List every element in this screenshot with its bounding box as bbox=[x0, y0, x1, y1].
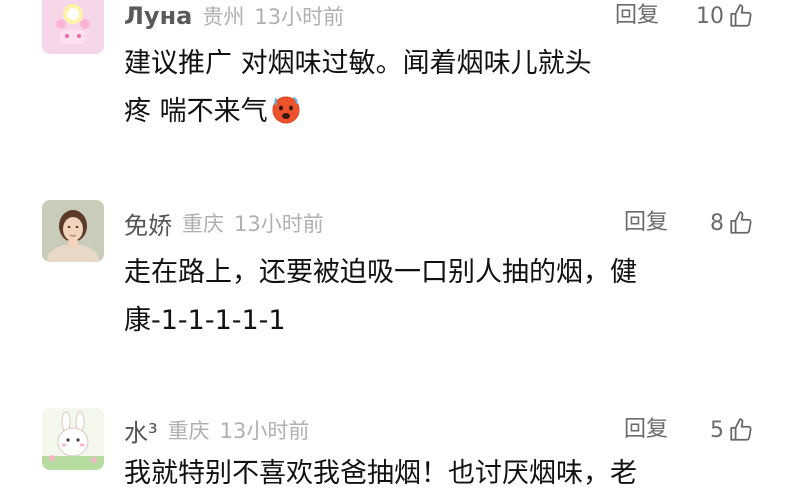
comment-meta: 水³ 重庆 13小时前 bbox=[124, 412, 309, 448]
reply-button[interactable]: 回复 bbox=[624, 205, 668, 241]
thumbs-up-icon bbox=[730, 418, 752, 441]
comment-meta: Луна 贵州 13小时前 bbox=[124, 0, 344, 34]
avatar[interactable] bbox=[42, 0, 104, 54]
reply-button[interactable]: 回复 bbox=[624, 412, 668, 448]
timestamp: 13小时前 bbox=[234, 212, 324, 236]
like-button[interactable]: 8 bbox=[710, 205, 754, 241]
username[interactable]: 免娇 bbox=[124, 206, 172, 241]
avatar-image bbox=[42, 200, 104, 262]
like-button[interactable]: 5 bbox=[710, 412, 754, 448]
username[interactable]: 水³ bbox=[124, 413, 158, 448]
comment-meta: 免娇 重庆 13小时前 bbox=[124, 205, 324, 241]
comment-text: 走在路上，还要被迫吸一口别人抽的烟，健 康-1-1-1-1-1 bbox=[124, 249, 637, 345]
thumbs-up-icon bbox=[730, 211, 752, 234]
comment-line: 疼 喘不来气 bbox=[124, 96, 268, 127]
comment-line: 建议推广 对烟味过敏。闻着烟味儿就头 bbox=[124, 48, 592, 79]
comment-line: 我就特别不喜欢我爸抽烟！也讨厌烟味，老 bbox=[124, 458, 637, 489]
comment-line-with-emoji: 疼 喘不来气 bbox=[124, 88, 592, 136]
avatar-image bbox=[42, 0, 104, 54]
like-count: 10 bbox=[696, 3, 724, 29]
location-label: 重庆 bbox=[182, 212, 224, 236]
avatar[interactable] bbox=[42, 200, 104, 262]
comment-line: 康-1-1-1-1-1 bbox=[124, 305, 286, 336]
like-count: 5 bbox=[710, 417, 724, 443]
like-button[interactable]: 10 bbox=[696, 0, 754, 34]
timestamp: 13小时前 bbox=[219, 419, 310, 443]
thumbs-up-icon bbox=[730, 4, 752, 27]
avatar-image bbox=[42, 408, 104, 470]
hot-face-emoji bbox=[272, 96, 300, 124]
like-count: 8 bbox=[710, 210, 724, 236]
username[interactable]: Луна bbox=[124, 2, 192, 30]
location-label: 贵州 bbox=[202, 5, 245, 29]
avatar[interactable] bbox=[42, 408, 104, 470]
comment-text: 建议推广 对烟味过敏。闻着烟味儿就头 疼 喘不来气 bbox=[124, 40, 592, 136]
location-label: 重庆 bbox=[167, 419, 210, 443]
comment-feed: Луна 贵州 13小时前 回复 10 建议推广 对烟味过敏。闻着烟味儿就头 疼… bbox=[0, 0, 800, 500]
comment-text: 我就特别不喜欢我爸抽烟！也讨厌烟味，老 bbox=[124, 450, 637, 498]
reply-button[interactable]: 回复 bbox=[615, 0, 659, 34]
comment-line: 走在路上，还要被迫吸一口别人抽的烟，健 bbox=[124, 257, 637, 288]
timestamp: 13小时前 bbox=[254, 5, 345, 29]
